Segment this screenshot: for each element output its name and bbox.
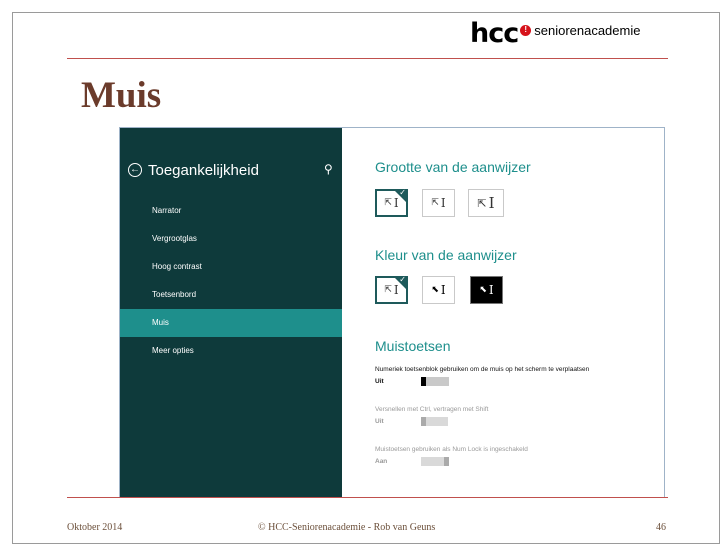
logo-exclamation-icon: ! [520,24,532,36]
pointer-arrow-icon: ⇱ [431,198,439,208]
check-icon: ✓ [399,188,406,197]
check-icon: ✓ [399,275,406,284]
settings-screenshot: ← Toegankelijkheid ⚲ Narrator Vergrootgl… [119,127,665,498]
footer-date: Oktober 2014 [67,522,123,533]
pointer-size-medium-glyph: I [440,196,446,210]
setting-numlock-label: Muistoetsen gebruiken als Num Lock is in… [375,446,528,453]
setting-numpad-state: Uit [375,378,384,385]
sidebar-item-muis[interactable]: Muis [120,309,342,337]
numpad-toggle[interactable] [421,377,449,386]
sidebar-nav: Narrator Vergrootglas Hoog contrast Toet… [120,197,342,365]
sidebar-item-vergrootglas[interactable]: Vergrootglas [120,225,342,253]
footer-credit: © HCC-Seniorenacademie - Rob van Geuns [258,522,436,533]
ctrl-shift-toggle[interactable] [421,417,448,426]
pointer-color-black-glyph: I [440,283,446,297]
top-divider [67,58,668,59]
pointer-arrow-icon: ⇱ [384,285,392,295]
sidebar-item-meer-opties[interactable]: Meer opties [120,337,342,365]
footer-page-number: 46 [656,522,666,533]
setting-numlock-state: Aan [375,458,388,465]
toggle-thumb [444,457,449,466]
sidebar-item-hoog-contrast[interactable]: Hoog contrast [120,253,342,281]
pointer-arrow-icon: ⇱ [477,196,487,210]
search-icon[interactable]: ⚲ [324,162,333,176]
mouse-keys-title: Muistoetsen [375,338,451,354]
setting-numpad-label: Numeriek toetsenblok gebruiken om de mui… [375,366,590,373]
sidebar-title: Toegankelijkheid [148,161,259,179]
pointer-size-small-option[interactable]: ⇱ I ✓ [375,188,408,217]
logo: hcc ! seniorenacademie [470,17,641,49]
logo-brand: hcc [470,17,519,49]
slide-title: Muis [81,75,162,116]
pointer-color-black-option[interactable]: ⬉ I [422,276,455,304]
toggle-thumb [421,417,426,426]
toggle-thumb [421,377,426,386]
pointer-color-inverted-glyph: I [488,283,494,297]
pointer-size-medium-option[interactable]: ⇱ I [422,189,455,217]
numlock-toggle[interactable] [421,457,449,466]
bottom-divider [67,497,668,498]
pointer-color-title: Kleur van de aanwijzer [375,247,517,263]
pointer-arrow-icon: ⬉ [431,285,439,295]
setting-ctrl-shift-state: Uit [375,418,384,425]
back-arrow-icon[interactable]: ← [128,163,142,177]
sidebar: ← Toegankelijkheid ⚲ Narrator Vergrootgl… [120,128,342,497]
settings-content: Grootte van de aanwijzer ⇱ I ✓ ⇱ I ⇱ I Kleu… [342,128,664,497]
pointer-arrow-icon: ⬉ [479,285,487,295]
sidebar-item-toetsenbord[interactable]: Toetsenbord [120,281,342,309]
pointer-color-white-option[interactable]: ⇱ I ✓ [375,275,408,304]
pointer-size-large-option[interactable]: ⇱ I [468,189,504,217]
pointer-size-large-glyph: I [488,194,495,212]
logo-tagline: seniorenacademie [534,22,641,38]
sidebar-item-narrator[interactable]: Narrator [120,197,342,225]
sidebar-header: ← Toegankelijkheid ⚲ [128,158,333,182]
setting-ctrl-shift-label: Versnellen met Ctrl, vertragen met Shift [375,406,489,413]
pointer-arrow-icon: ⇱ [384,198,392,208]
pointer-size-title: Grootte van de aanwijzer [375,159,531,175]
pointer-color-inverted-option[interactable]: ⬉ I [470,276,503,304]
